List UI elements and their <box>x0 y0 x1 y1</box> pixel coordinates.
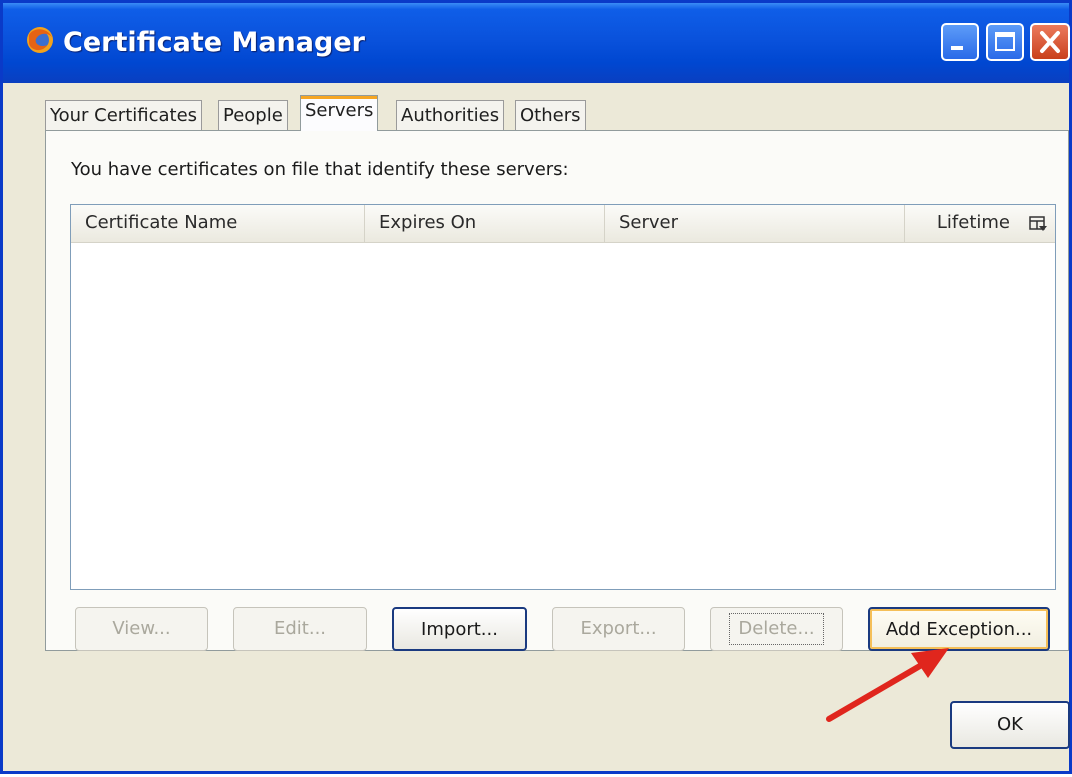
export-button[interactable]: Export... <box>552 607 685 651</box>
tab-servers[interactable]: Servers <box>300 95 379 131</box>
window-title: Certificate Manager <box>63 27 365 58</box>
add-exception-button[interactable]: Add Exception... <box>868 607 1050 651</box>
close-button[interactable] <box>1030 23 1070 61</box>
column-header-lifetime[interactable]: Lifetime <box>905 205 1023 243</box>
servers-intro-text: You have certificates on file that ident… <box>71 159 569 180</box>
tab-people[interactable]: People <box>218 100 288 132</box>
tab-authorities[interactable]: Authorities <box>396 100 505 132</box>
maximize-button[interactable] <box>986 23 1024 61</box>
column-header-certificate-name[interactable]: Certificate Name <box>71 205 365 243</box>
import-button[interactable]: Import... <box>392 607 527 651</box>
title-bar[interactable]: Certificate Manager <box>3 3 1070 83</box>
maximize-icon <box>995 32 1015 51</box>
certificate-manager-window: Certificate Manager Your Certificates Pe… <box>0 0 1072 774</box>
delete-button-label: Delete... <box>729 613 824 645</box>
column-picker[interactable] <box>1021 205 1055 243</box>
tab-others[interactable]: Others <box>515 100 586 132</box>
column-header-expires-on[interactable]: Expires On <box>365 205 605 243</box>
firefox-icon <box>27 27 53 53</box>
delete-button[interactable]: Delete... <box>710 607 843 651</box>
tab-your-certificates[interactable]: Your Certificates <box>45 100 203 132</box>
view-button[interactable]: View... <box>75 607 208 651</box>
edit-button[interactable]: Edit... <box>233 607 367 651</box>
minimize-button[interactable] <box>941 23 979 61</box>
column-picker-icon <box>1029 216 1047 231</box>
server-certificates-list[interactable]: Certificate Name Expires On Server Lifet… <box>70 204 1056 590</box>
column-header-server[interactable]: Server <box>605 205 905 243</box>
ok-button[interactable]: OK <box>950 701 1070 749</box>
close-icon <box>1040 31 1060 53</box>
minimize-icon <box>951 46 963 50</box>
